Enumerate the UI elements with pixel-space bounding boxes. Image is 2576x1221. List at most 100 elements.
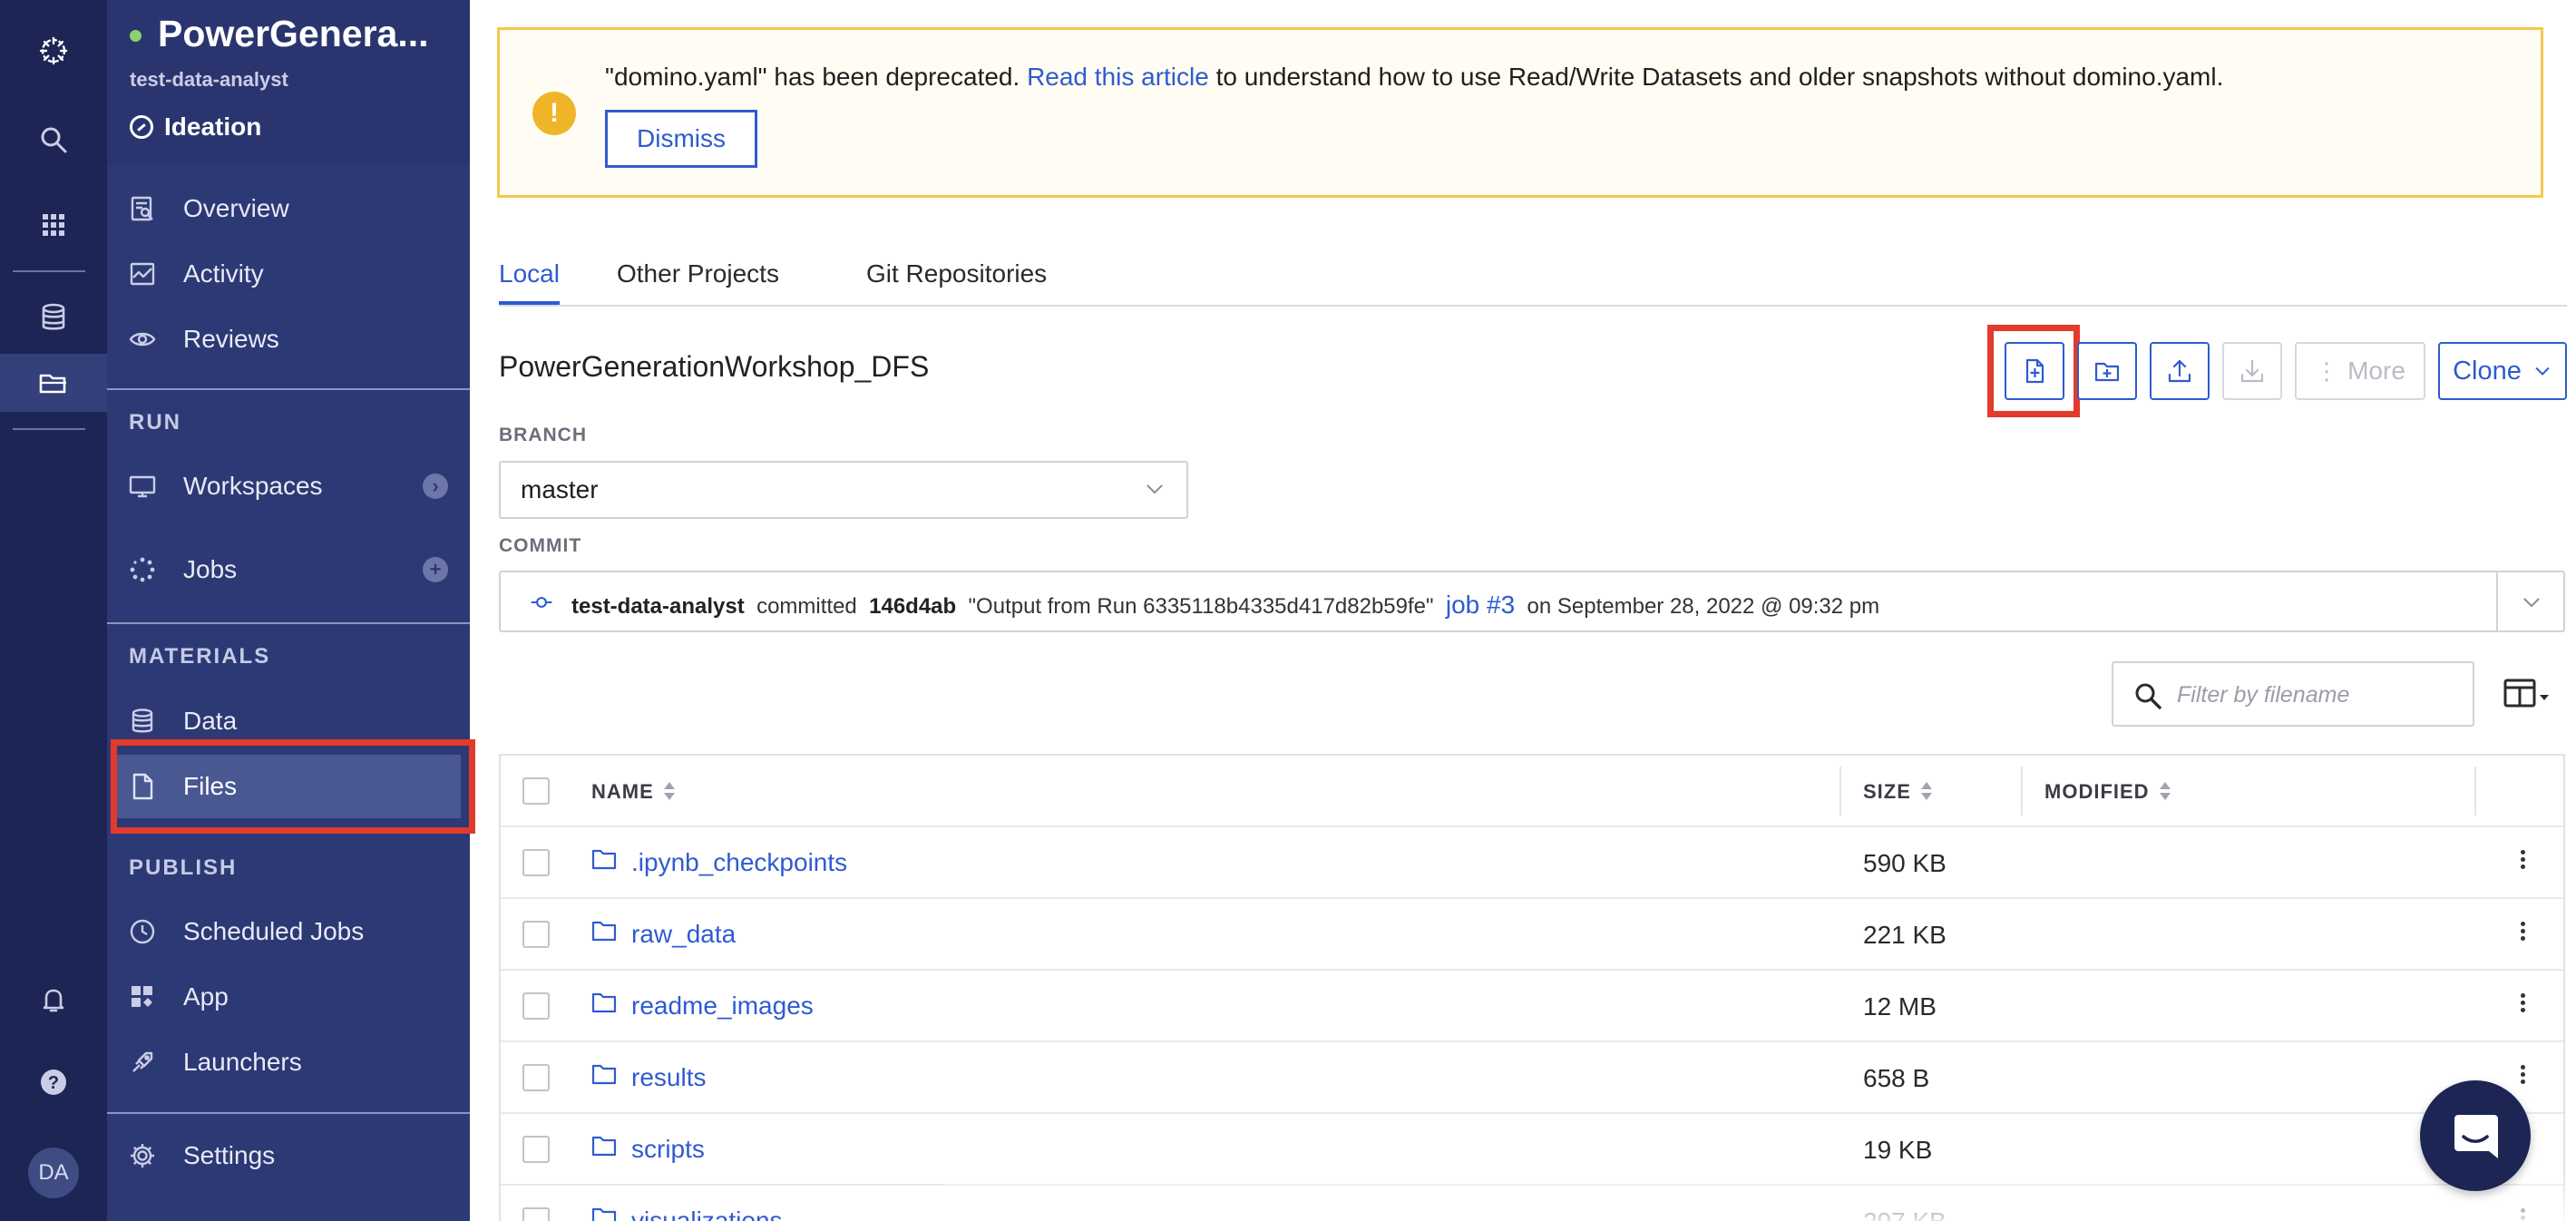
column-header-modified[interactable]: MODIFIED	[2044, 780, 2171, 804]
chat-launcher-button[interactable]	[2420, 1080, 2531, 1191]
file-name-link[interactable]: results	[631, 1063, 706, 1092]
project-name[interactable]: PowerGenera...	[158, 13, 466, 55]
sidebar-item-workspaces[interactable]: Workspaces ›	[107, 454, 470, 518]
clock-icon	[127, 916, 158, 947]
add-folder-button[interactable]	[2077, 342, 2137, 400]
file-name-cell[interactable]: readme_images	[591, 991, 814, 1021]
stage-gauge-icon	[130, 115, 153, 139]
folder-icon	[591, 1206, 617, 1221]
clone-button[interactable]: Clone	[2438, 342, 2567, 400]
row-checkbox[interactable]	[522, 992, 550, 1020]
file-name-link[interactable]: raw_data	[631, 920, 736, 949]
table-row[interactable]: results 658 B	[501, 1042, 2563, 1114]
folder-icon	[591, 1062, 617, 1092]
select-all-checkbox[interactable]	[522, 777, 550, 805]
file-name-link[interactable]: scripts	[631, 1135, 705, 1164]
row-menu-icon[interactable]	[2518, 991, 2527, 1021]
table-row[interactable]: raw_data 221 KB	[501, 899, 2563, 971]
column-header-name[interactable]: NAME	[591, 780, 676, 804]
file-name-link[interactable]: .ipynb_checkpoints	[631, 848, 847, 877]
chevron-down-icon	[2535, 366, 2550, 376]
avatar[interactable]: DA	[28, 1148, 79, 1198]
sidebar-divider	[107, 1112, 470, 1114]
apps-grid-icon[interactable]	[0, 196, 107, 254]
project-stage-label: Ideation	[164, 112, 262, 141]
section-title-materials: MATERIALS	[129, 644, 271, 669]
project-header: PowerGenera... test-data-analyst Ideatio…	[107, 0, 470, 165]
download-icon	[2240, 359, 2264, 383]
sidebar-item-reviews[interactable]: Reviews	[107, 308, 470, 371]
file-name-cell[interactable]: scripts	[591, 1134, 705, 1164]
commit-job-link[interactable]: job #3	[1446, 591, 1515, 619]
folder-icon	[591, 1134, 617, 1164]
row-checkbox[interactable]	[522, 1136, 550, 1163]
file-size-cell: 590 KB	[1863, 849, 1947, 877]
chevron-down-icon[interactable]	[2520, 591, 2543, 614]
more-button[interactable]: ⋮ More	[2295, 342, 2425, 400]
svg-text:?: ?	[48, 1073, 59, 1093]
filter-input[interactable]	[2177, 678, 2458, 712]
icon-rail: ? DA	[0, 0, 107, 1221]
column-header-label: NAME	[591, 780, 654, 803]
upload-button[interactable]	[2150, 342, 2210, 400]
columns-toggle-icon[interactable]	[2503, 677, 2551, 713]
row-checkbox[interactable]	[522, 1207, 550, 1221]
help-icon[interactable]: ?	[0, 1053, 107, 1111]
tab-local[interactable]: Local	[499, 259, 560, 305]
sidebar-item-app[interactable]: App	[107, 965, 470, 1029]
sidebar-item-activity[interactable]: Activity	[107, 242, 470, 306]
bell-icon[interactable]	[0, 971, 107, 1029]
database-icon[interactable]	[0, 288, 107, 347]
chevron-right-icon[interactable]: ›	[423, 474, 448, 499]
banner-text-before: "domino.yaml" has been deprecated.	[605, 63, 1028, 91]
commit-divider	[2496, 572, 2498, 630]
eye-icon	[127, 324, 158, 355]
file-size-cell: 19 KB	[1863, 1136, 1933, 1164]
file-name-link[interactable]: readme_images	[631, 991, 814, 1021]
row-menu-icon[interactable]	[2518, 1062, 2527, 1093]
read-article-link[interactable]: Read this article	[1027, 63, 1209, 91]
file-size-cell: 221 KB	[1863, 921, 1947, 949]
domino-logo-icon[interactable]	[0, 22, 107, 80]
row-checkbox[interactable]	[522, 849, 550, 876]
download-button[interactable]	[2222, 342, 2282, 400]
file-name-cell[interactable]: results	[591, 1062, 706, 1092]
sort-icon	[663, 782, 676, 802]
add-file-highlight-box	[1987, 325, 2080, 417]
dismiss-button[interactable]: Dismiss	[605, 110, 757, 168]
column-header-label: MODIFIED	[2044, 780, 2150, 803]
file-size-cell: 658 B	[1863, 1064, 1930, 1092]
row-checkbox[interactable]	[522, 1064, 550, 1091]
monitor-icon	[127, 471, 158, 502]
sidebar-item-label: App	[183, 982, 229, 1011]
file-name-cell[interactable]: raw_data	[591, 919, 736, 949]
file-name-cell[interactable]: visualizations	[591, 1206, 783, 1221]
tab-git-repositories[interactable]: Git Repositories	[866, 259, 1047, 301]
sidebar-item-launchers[interactable]: Launchers	[107, 1031, 470, 1094]
sidebar-item-scheduled-jobs[interactable]: Scheduled Jobs	[107, 900, 470, 963]
row-checkbox[interactable]	[522, 921, 550, 948]
column-header-size[interactable]: SIZE	[1863, 780, 1933, 804]
file-name-cell[interactable]: .ipynb_checkpoints	[591, 847, 847, 877]
main-content: ! "domino.yaml" has been deprecated. Rea…	[470, 0, 2576, 1221]
search-icon[interactable]	[0, 111, 107, 169]
table-row[interactable]: .ipynb_checkpoints 590 KB	[501, 827, 2563, 899]
plus-icon[interactable]: +	[423, 557, 448, 582]
project-stage[interactable]: Ideation	[130, 112, 261, 142]
file-name-link[interactable]: visualizations	[631, 1206, 783, 1221]
sidebar-item-label: Scheduled Jobs	[183, 917, 365, 945]
row-menu-icon[interactable]	[2518, 847, 2527, 878]
row-menu-icon[interactable]	[2518, 919, 2527, 950]
commit-selector[interactable]: test-data-analyst committed 146d4ab "Out…	[499, 571, 2565, 632]
branch-select[interactable]: master	[499, 461, 1188, 519]
table-row[interactable]: readme_images 12 MB	[501, 971, 2563, 1042]
tab-other-projects[interactable]: Other Projects	[617, 259, 779, 301]
sidebar-item-settings[interactable]: Settings	[107, 1124, 470, 1187]
project-sidebar: PowerGenera... test-data-analyst Ideatio…	[107, 0, 470, 1221]
deprecation-banner: ! "domino.yaml" has been deprecated. Rea…	[497, 27, 2543, 198]
column-divider	[1839, 767, 1841, 816]
sidebar-item-overview[interactable]: Overview	[107, 177, 470, 240]
add-folder-icon	[2094, 362, 2120, 382]
sidebar-item-jobs[interactable]: Jobs +	[107, 538, 470, 601]
folder-icon[interactable]	[0, 354, 107, 412]
